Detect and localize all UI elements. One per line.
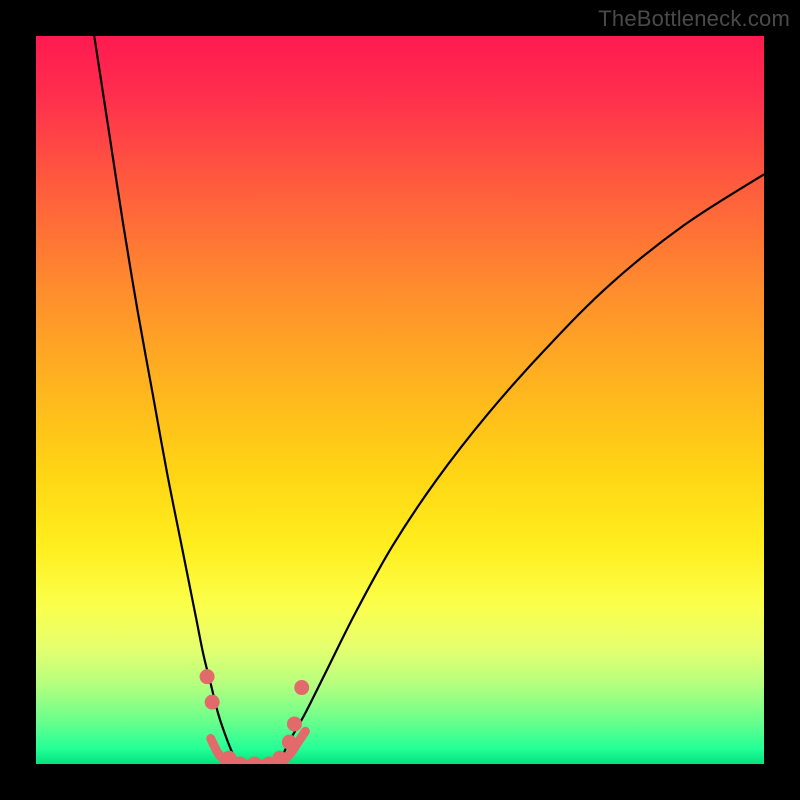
watermark-text: TheBottleneck.com [598,6,790,32]
right-curve [276,174,764,764]
marker-dot [247,757,262,765]
marker-dot [205,695,220,710]
chart-area [36,36,764,764]
left-curve [94,36,240,764]
marker-dot [294,680,309,695]
marker-dot [272,751,287,764]
marker-dot [287,716,302,731]
marker-dot [282,735,297,750]
chart-svg [36,36,764,764]
marker-dot [200,669,215,684]
